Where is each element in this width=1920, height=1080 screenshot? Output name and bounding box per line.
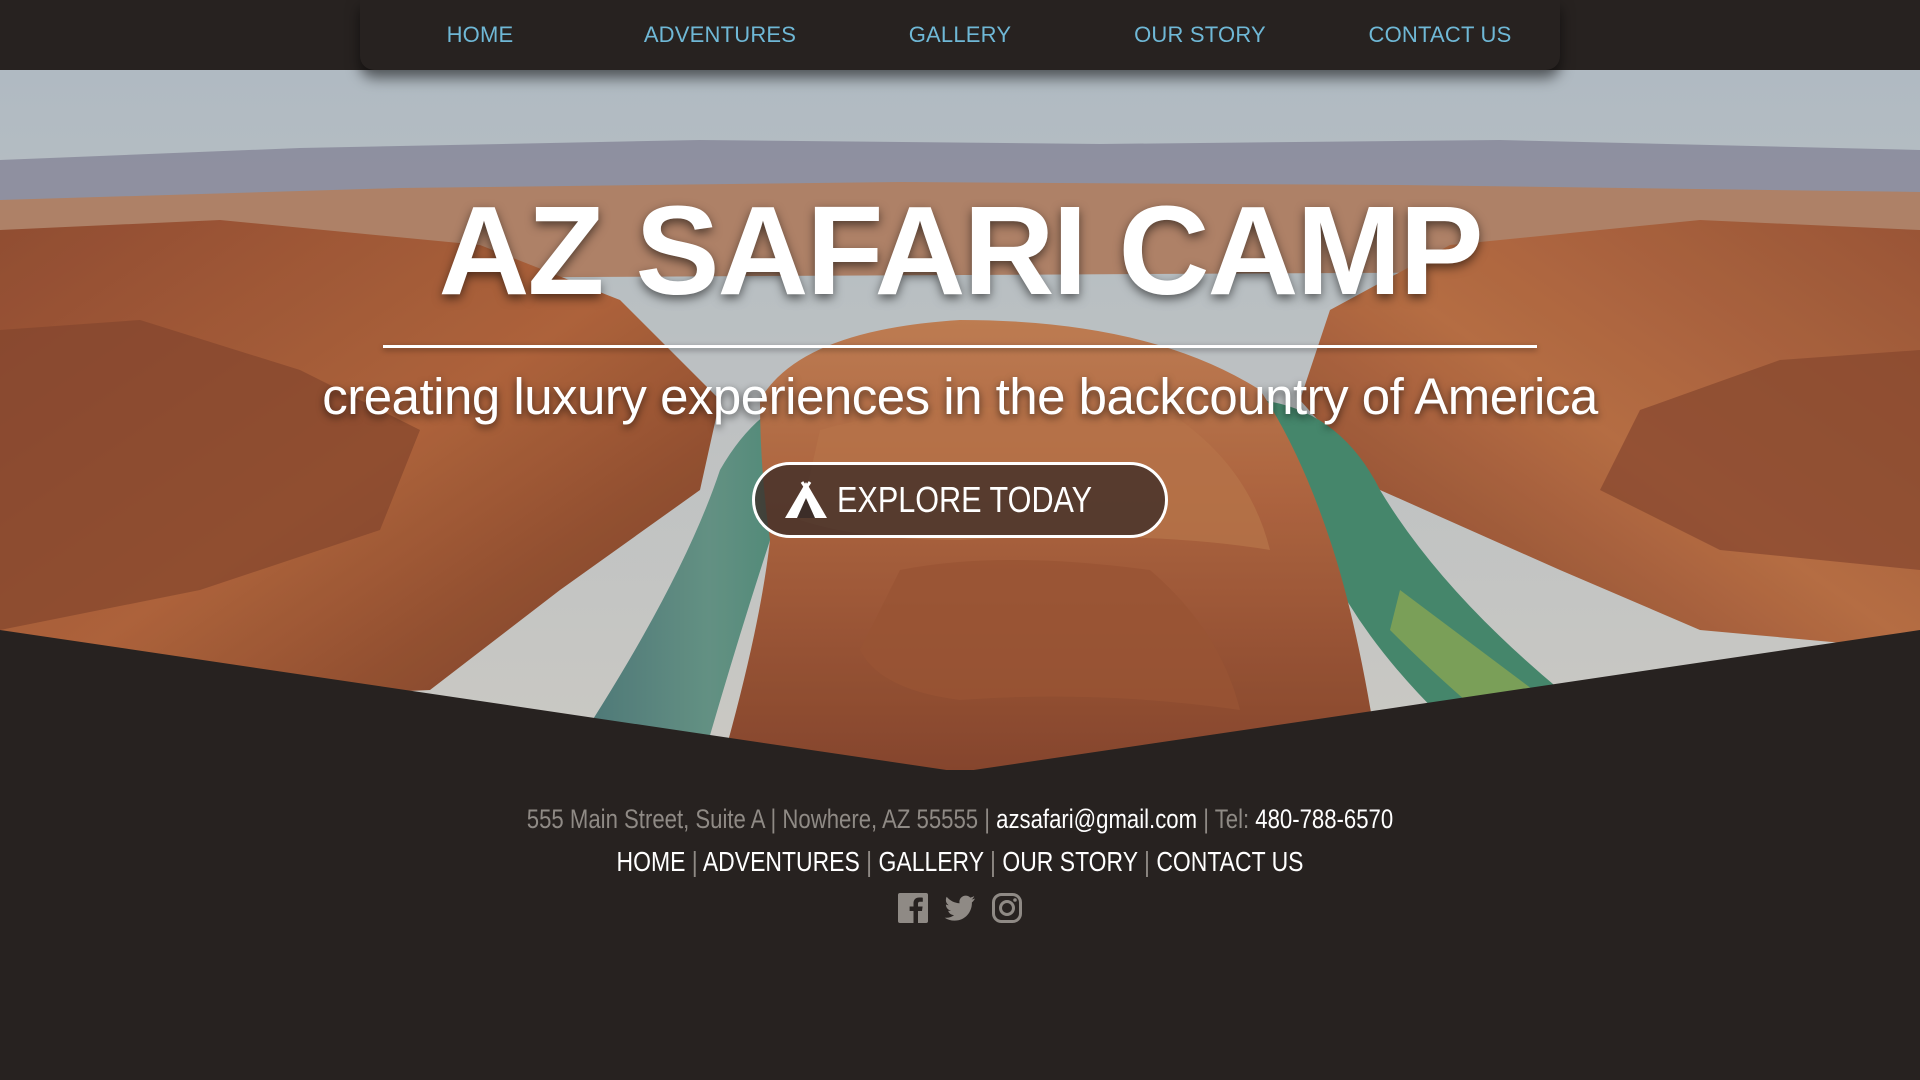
social-links (0, 892, 1920, 924)
nav-gallery[interactable]: GALLERY (840, 0, 1080, 70)
footer-link-gallery[interactable]: GALLERY (879, 846, 984, 877)
main-nav: HOME ADVENTURES GALLERY OUR STORY CONTAC… (360, 0, 1560, 70)
nav-our-story[interactable]: OUR STORY (1080, 0, 1320, 70)
footer-link-our-story[interactable]: OUR STORY (1002, 846, 1137, 877)
nav-contact-us[interactable]: CONTACT US (1320, 0, 1560, 70)
tent-icon (784, 481, 827, 518)
hero-title: AZ SAFARI CAMP (438, 180, 1484, 321)
explore-today-button[interactable]: EXPLORE TODAY (752, 462, 1168, 538)
footer-separator: | (866, 846, 873, 877)
footer-tel-label: | Tel: (1197, 804, 1256, 834)
footer-separator: | (691, 846, 698, 877)
footer: 555 Main Street, Suite A | Nowhere, AZ 5… (0, 770, 1920, 1080)
footer-link-home[interactable]: HOME (617, 846, 686, 877)
hero-subtitle: creating luxury experiences in the backc… (322, 368, 1598, 425)
footer-separator: | (1143, 846, 1150, 877)
footer-separator: | (990, 846, 996, 877)
footer-contact-line: 555 Main Street, Suite A | Nowhere, AZ 5… (173, 804, 1747, 835)
nav-adventures[interactable]: ADVENTURES (600, 0, 840, 70)
footer-link-adventures[interactable]: ADVENTURES (703, 846, 860, 877)
footer-nav: HOME | ADVENTURES | GALLERY | OUR STORY … (173, 846, 1747, 878)
hero-bottom-wedge (0, 630, 1920, 772)
footer-link-contact-us[interactable]: CONTACT US (1156, 846, 1303, 877)
twitter-icon[interactable] (944, 892, 976, 924)
footer-email-link[interactable]: azsafari@gmail.com (996, 804, 1197, 834)
hero-divider (383, 345, 1537, 348)
nav-home[interactable]: HOME (360, 0, 600, 70)
instagram-icon[interactable] (991, 892, 1023, 924)
footer-address: 555 Main Street, Suite A | Nowhere, AZ 5… (526, 804, 997, 834)
facebook-icon[interactable] (897, 892, 929, 924)
explore-today-label: EXPLORE TODAY (836, 479, 1093, 520)
footer-phone-link[interactable]: 480-788-6570 (1255, 804, 1393, 834)
